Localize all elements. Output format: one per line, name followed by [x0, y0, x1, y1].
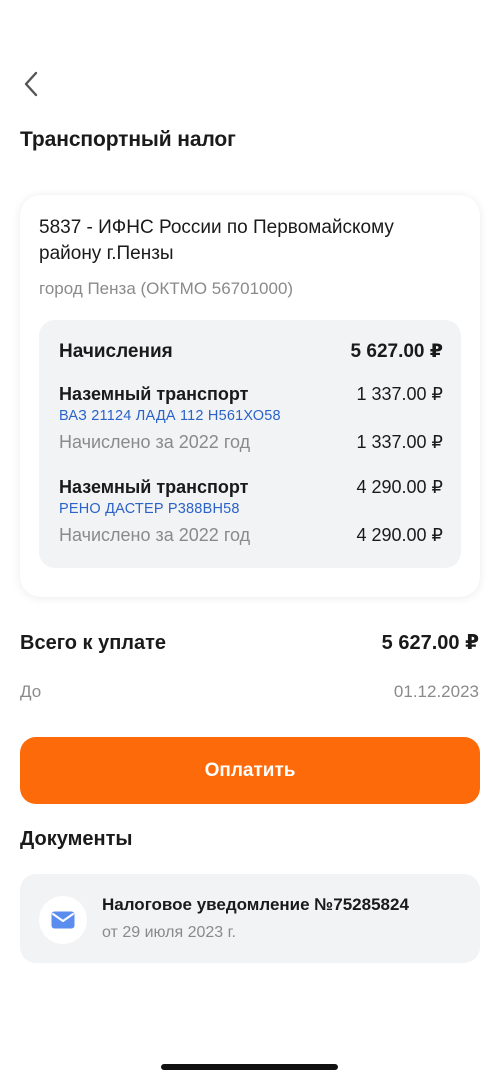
screen: Транспортный налог 5837 - ИФНС России по… [0, 0, 499, 1080]
charge-item-period-row: Начислено за 2022 год 1 337.00 ₽ [59, 432, 443, 453]
charge-item-period-amount: 1 337.00 ₽ [356, 432, 443, 452]
page-title: Транспортный налог [20, 128, 236, 151]
document-name: Налоговое уведомление №75285824 [102, 895, 409, 914]
charge-item-period-amount: 4 290.00 ₽ [356, 525, 443, 545]
home-indicator[interactable] [161, 1064, 338, 1070]
charge-item-1: Наземный транспорт 1 337.00 ₽ [59, 384, 443, 405]
charge-item-title: Наземный транспорт [59, 477, 249, 497]
total-value: 5 627.00 ₽ [381, 632, 479, 654]
due-date-value: 01.12.2023 [393, 682, 479, 701]
charge-item-amount: 1 337.00 ₽ [356, 384, 443, 404]
charge-item-title: Наземный транспорт [59, 384, 249, 404]
charge-item-2: Наземный транспорт 4 290.00 ₽ [59, 477, 443, 498]
due-date-row: До 01.12.2023 [20, 682, 479, 702]
charge-item-period-row: Начислено за 2022 год 4 290.00 ₽ [59, 525, 443, 546]
charges-title: Начисления [59, 341, 173, 362]
document-date: от 29 июля 2023 г. [102, 924, 236, 941]
back-button[interactable] [14, 64, 48, 104]
charge-item-vehicle: ВАЗ 21124 ЛАДА 112 Н561ХО58 [59, 408, 281, 424]
pay-button[interactable]: Оплатить [20, 737, 480, 804]
chevron-left-icon [24, 71, 38, 97]
total-row: Всего к уплате 5 627.00 ₽ [20, 630, 479, 655]
due-date-label: До [20, 682, 42, 701]
charge-item-period: Начислено за 2022 год [59, 525, 251, 545]
charges-header: Начисления 5 627.00 ₽ [59, 340, 443, 363]
charge-item-amount: 4 290.00 ₽ [356, 477, 443, 497]
documents-title: Документы [20, 828, 133, 850]
charges-total: 5 627.00 ₽ [350, 341, 443, 362]
document-item[interactable]: Налоговое уведомление №75285824 от 29 ию… [20, 874, 480, 963]
charges-panel: Начисления 5 627.00 ₽ Наземный транспорт… [39, 320, 461, 568]
charge-item-period: Начислено за 2022 год [59, 432, 251, 452]
total-label: Всего к уплате [20, 632, 167, 654]
tax-card: 5837 - ИФНС России по Первомайскому райо… [20, 195, 480, 597]
envelope-icon [39, 896, 87, 944]
charge-item-vehicle: РЕНО ДАСТЕР Р388ВН58 [59, 501, 240, 517]
tax-office-name: 5837 - ИФНС России по Первомайскому райо… [39, 217, 394, 264]
tax-office-city: город Пенза (ОКТМО 56701000) [39, 279, 294, 298]
